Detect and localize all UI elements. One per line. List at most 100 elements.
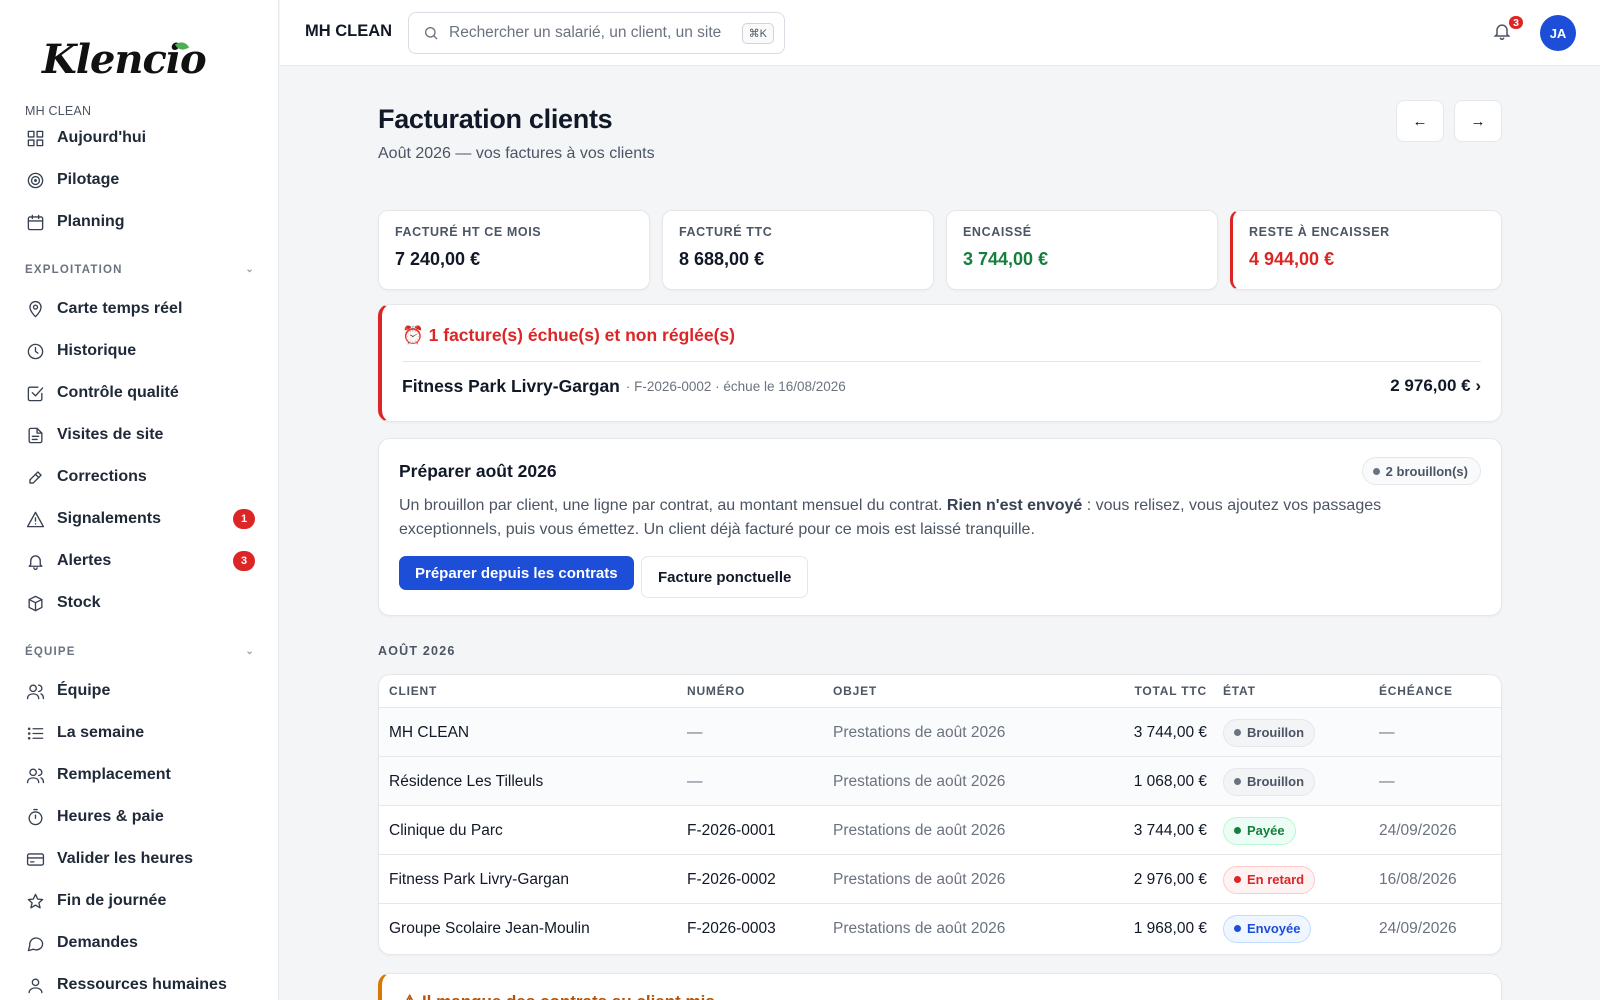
topbar: MH CLEAN ⌘K 3 JA: [280, 0, 1600, 66]
status-badge: Brouillon: [1223, 767, 1316, 796]
cell-status: En retard: [1223, 855, 1316, 904]
kpi-facture-ht: FACTURÉ HT CE MOIS 7 240,00 €: [378, 210, 650, 290]
sidebar-item-heures-paie[interactable]: Heures & paie: [25, 802, 255, 832]
overdue-invoice-row[interactable]: Fitness Park Livry-Gargan · F-2026-0002 …: [402, 371, 1481, 401]
sidebar-item-historique[interactable]: Historique: [25, 336, 255, 366]
one-off-invoice-button[interactable]: Facture ponctuelle: [641, 556, 809, 598]
sidebar-section-equipe[interactable]: ÉQUIPE ⌄: [25, 646, 255, 658]
app-logo[interactable]: Klencio: [42, 36, 207, 83]
col-header-due[interactable]: ÉCHÉANCE: [1379, 675, 1453, 707]
user-icon: [25, 975, 45, 995]
user-avatar[interactable]: JA: [1540, 15, 1576, 51]
status-dot: [1234, 925, 1241, 932]
kpi-encaisse: ENCAISSÉ 3 744,00 €: [946, 210, 1218, 290]
cell-due: 16/08/2026: [1379, 870, 1457, 888]
col-header-total[interactable]: TOTAL TTC: [1099, 675, 1207, 707]
sidebar-item-valider-les-heures[interactable]: Valider les heures: [25, 844, 255, 874]
cell-status: Brouillon: [1223, 708, 1316, 757]
sidebar-item-label: Corrections: [57, 468, 147, 485]
sidebar-item-fin-de-journee[interactable]: Fin de journée: [25, 886, 255, 916]
sidebar-item-visites-de-site[interactable]: Visites de site: [25, 420, 255, 450]
sidebar-item-label: Heures & paie: [57, 808, 164, 825]
cell-client: MH CLEAN: [389, 723, 470, 741]
sidebar-item-carte-temps-reel[interactable]: Carte temps réel: [25, 294, 255, 324]
map-pin-icon: [25, 299, 45, 319]
sidebar-item-ressources-humaines[interactable]: Ressources humaines: [25, 970, 255, 1000]
cell-object: Prestations de août 2026: [833, 919, 1006, 937]
table-row[interactable]: Fitness Park Livry-Gargan F-2026-0002 Pr…: [379, 854, 1501, 904]
col-header-object[interactable]: OBJET: [833, 675, 877, 707]
file-icon: [25, 425, 45, 445]
cell-number: —: [687, 772, 703, 790]
status-label: Payée: [1247, 823, 1285, 838]
invoices-table: CLIENT NUMÉRO OBJET TOTAL TTC ÉTAT ÉCHÉA…: [378, 674, 1502, 955]
month-section-label: AOÛT 2026: [378, 644, 456, 658]
sidebar-item-label: Fin de journée: [57, 892, 167, 909]
kpi-reste-a-encaisser: RESTE À ENCAISSER 4 944,00 €: [1230, 210, 1502, 290]
sidebar-item-planning[interactable]: Planning: [25, 207, 255, 237]
sidebar-item-aujourdhui[interactable]: Aujourd'hui: [25, 123, 255, 153]
prepare-month-card: Préparer août 2026 2 brouillon(s) Un bro…: [378, 438, 1502, 616]
search-box[interactable]: ⌘K: [408, 12, 785, 54]
star-icon: [25, 891, 45, 911]
list-icon: [25, 723, 45, 743]
cell-number: F-2026-0003: [687, 919, 776, 937]
cell-client: Fitness Park Livry-Gargan: [389, 870, 570, 888]
page-title: Facturation clients: [378, 104, 613, 134]
search-input[interactable]: [449, 24, 736, 42]
credit-card-icon: [25, 849, 45, 869]
section-title: EXPLOITATION: [25, 264, 123, 276]
sidebar-item-equipe[interactable]: Équipe: [25, 676, 255, 706]
cell-due: —: [1379, 772, 1395, 790]
shortcut-hint: ⌘K: [741, 22, 774, 44]
sidebar-item-label: Contrôle qualité: [57, 384, 179, 401]
kpi-label: ENCAISSÉ: [963, 225, 1032, 239]
sidebar-item-pilotage[interactable]: Pilotage: [25, 165, 255, 195]
missing-contracts-card: ⚠ Il manque des contrats au client mis..…: [378, 973, 1502, 1000]
sidebar-item-label: Ressources humaines: [57, 976, 227, 993]
chevron-down-icon: ⌄: [245, 264, 255, 275]
sidebar-item-alertes[interactable]: Alertes 3: [25, 546, 255, 576]
users-swap-icon: [25, 765, 45, 785]
alertes-badge: 3: [233, 551, 255, 571]
sidebar-item-controle-qualite[interactable]: Contrôle qualité: [25, 378, 255, 408]
col-header-number[interactable]: NUMÉRO: [687, 675, 745, 707]
table-row[interactable]: Résidence Les Tilleuls — Prestations de …: [379, 756, 1501, 805]
cell-client: Résidence Les Tilleuls: [389, 772, 544, 790]
overdue-title: ⏰ 1 facture(s) échue(s) et non réglée(s): [402, 325, 735, 345]
stopwatch-icon: [25, 807, 45, 827]
col-header-status[interactable]: ÉTAT: [1223, 675, 1256, 707]
col-header-client[interactable]: CLIENT: [389, 675, 437, 707]
desc-text: Un brouillon par client, une ligne par c…: [399, 497, 943, 514]
section-title: ÉQUIPE: [25, 646, 76, 658]
sidebar: Klencio MH CLEAN Aujourd'hui Pilotage Pl…: [0, 0, 279, 1000]
cell-total: 3 744,00 €: [1133, 723, 1207, 741]
sidebar-item-la-semaine[interactable]: La semaine: [25, 718, 255, 748]
next-month-button[interactable]: →: [1454, 100, 1502, 142]
table-row[interactable]: MH CLEAN — Prestations de août 2026 3 74…: [379, 707, 1501, 757]
sidebar-item-signalements[interactable]: Signalements 1: [25, 504, 255, 534]
cell-number: F-2026-0002: [687, 870, 776, 888]
sidebar-item-corrections[interactable]: Corrections: [25, 462, 255, 492]
table-row[interactable]: Clinique du Parc F-2026-0001 Prestations…: [379, 805, 1501, 855]
sidebar-item-stock[interactable]: Stock: [25, 588, 255, 618]
cell-client: Groupe Scolaire Jean-Moulin: [389, 919, 590, 937]
sidebar-item-label: Demandes: [57, 934, 138, 951]
sidebar-section-exploitation[interactable]: EXPLOITATION ⌄: [25, 264, 255, 276]
kpi-value: 3 744,00 €: [963, 249, 1049, 269]
prepare-from-contracts-button[interactable]: Préparer depuis les contrats: [399, 556, 634, 590]
drafts-badge-label: 2 brouillon(s): [1385, 463, 1468, 479]
calendar-icon: [25, 212, 45, 232]
sidebar-item-label: Carte temps réel: [57, 300, 183, 317]
org-name[interactable]: MH CLEAN: [305, 22, 392, 41]
clock-icon: [25, 341, 45, 361]
sidebar-item-remplacement[interactable]: Remplacement: [25, 760, 255, 790]
prev-month-button[interactable]: ←: [1396, 100, 1444, 142]
cell-status: Envoyée: [1223, 904, 1312, 953]
sidebar-item-demandes[interactable]: Demandes: [25, 928, 255, 958]
table-row[interactable]: Groupe Scolaire Jean-Moulin F-2026-0003 …: [379, 903, 1501, 953]
sidebar-item-label: Équipe: [57, 682, 111, 699]
status-label: Envoyée: [1247, 921, 1301, 936]
cell-status: Payée: [1223, 806, 1296, 855]
sidebar-item-label: Alertes: [57, 552, 112, 569]
